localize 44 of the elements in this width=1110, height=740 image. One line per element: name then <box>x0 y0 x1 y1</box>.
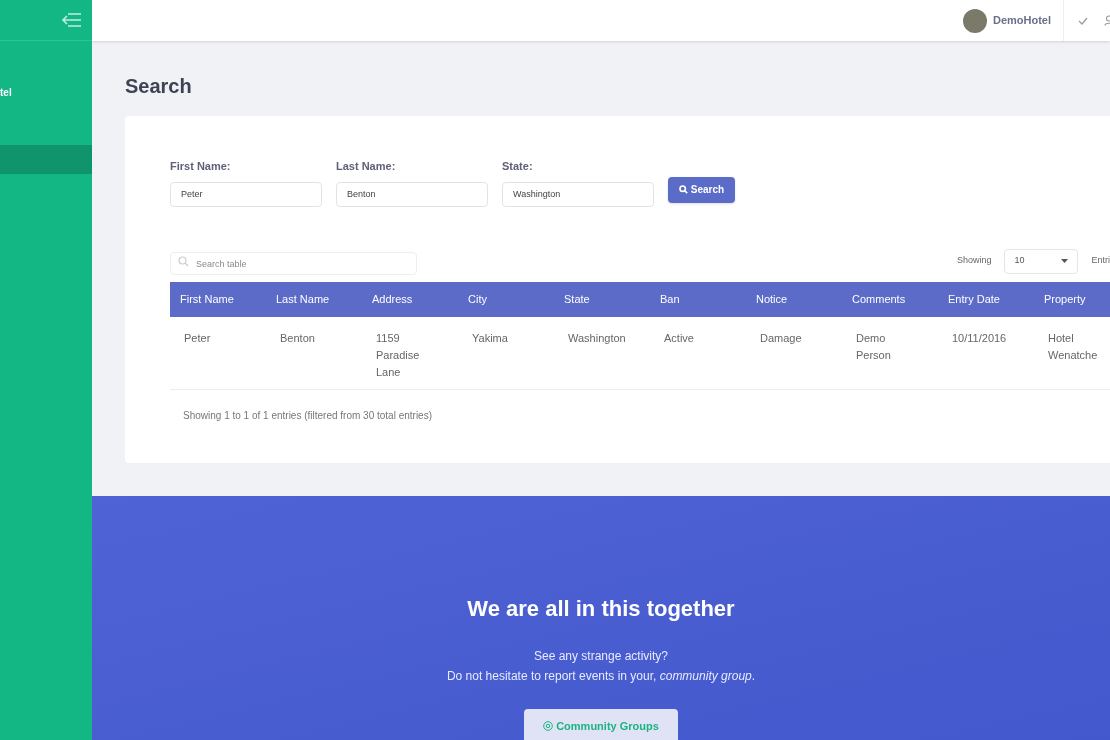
table-cell-text: Peter <box>184 330 212 346</box>
column-header[interactable]: Last Name <box>276 292 330 305</box>
search-icon <box>678 185 688 194</box>
table-cell-text: 1159 Paradise Lane <box>376 330 421 380</box>
field-label: State: <box>502 159 534 174</box>
table-cell-text: Hotel Wenatche <box>1048 330 1099 363</box>
banner-text: Do not hesitate to report events in your, community group. <box>446 668 756 685</box>
field-label: First Name: <box>170 159 232 174</box>
page-size-label: Showing <box>956 254 992 268</box>
table-search-field[interactable]: Search table <box>170 252 417 275</box>
user-name[interactable]: DemoHotel <box>992 12 1051 29</box>
page-size-suffix: Entri <box>1091 254 1110 268</box>
menu-collapse-icon[interactable] <box>62 13 82 27</box>
banner-title: We are all in this together <box>467 595 735 623</box>
column-header[interactable]: State <box>564 292 590 305</box>
table-info: Showing 1 to 1 of 1 entries (filtered from 30 total entries) <box>183 409 433 423</box>
input-field[interactable]: Peter <box>170 181 322 207</box>
input-field[interactable]: Washington <box>502 181 654 207</box>
table-cell-text: Washington <box>568 330 627 346</box>
check-icon[interactable] <box>1078 16 1088 25</box>
caret-icon <box>1061 259 1069 263</box>
table-cell-text: 10/11/2016 <box>952 330 1008 346</box>
table-cell-text: Benton <box>280 330 316 346</box>
field-label: Last Name: <box>336 159 397 174</box>
avatar <box>962 8 987 33</box>
column-header[interactable]: Notice <box>756 292 788 305</box>
search-icon <box>178 255 189 267</box>
column-header[interactable]: First Name <box>180 292 234 305</box>
search-button[interactable]: Search <box>668 176 735 203</box>
column-header[interactable]: Address <box>372 292 413 305</box>
banner-text: See any strange activity? <box>533 648 669 665</box>
column-header[interactable]: City <box>468 292 487 305</box>
page-size-select[interactable]: 10 <box>1004 248 1079 274</box>
table-cell-text: Active <box>664 330 695 346</box>
page-title: Search <box>125 74 193 99</box>
table-cell-text: Yakima <box>472 330 509 346</box>
brand-name: tel <box>0 86 12 100</box>
input-field[interactable]: Benton <box>336 181 488 207</box>
table-cell-text: Demo Person <box>856 330 892 363</box>
column-header[interactable]: Entry Date <box>948 292 1000 305</box>
column-header[interactable]: Property <box>1044 292 1086 305</box>
column-header[interactable]: Ban <box>660 292 680 305</box>
table-cell-text: Damage <box>760 330 803 346</box>
column-header[interactable]: Comments <box>852 292 906 305</box>
